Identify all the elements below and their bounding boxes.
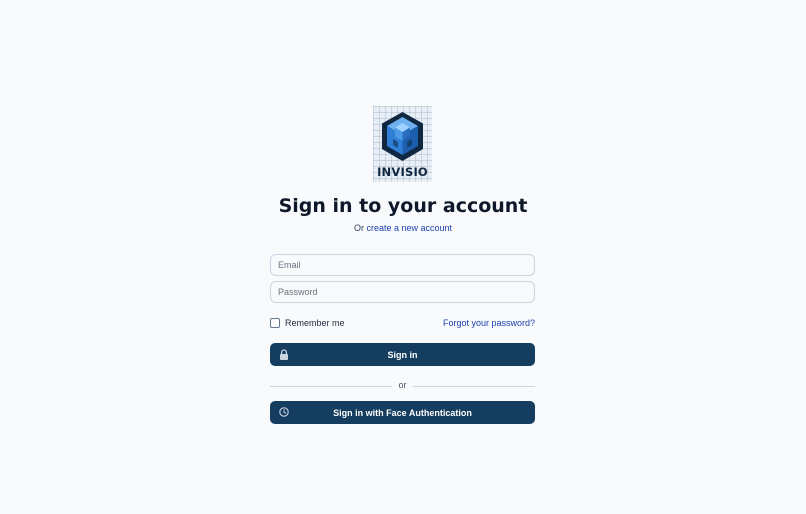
face-auth-button[interactable]: Sign in with Face Authentication (270, 401, 535, 424)
hexagon-cube-logo-icon (382, 112, 423, 161)
divider-text: or (398, 380, 407, 390)
email-field[interactable] (270, 254, 535, 276)
brand-name: INVISIO (377, 165, 428, 179)
forgot-password-link[interactable]: Forgot your password? (443, 318, 535, 328)
sign-in-label: Sign in (387, 349, 418, 360)
divider-line-right (413, 386, 535, 387)
lock-icon (280, 349, 288, 360)
subtitle-prefix: Or (353, 223, 364, 233)
remember-me-label: Remember me (285, 318, 345, 328)
face-scan-icon (279, 407, 289, 417)
subtitle: Or create a new account (0, 223, 806, 233)
remember-me-checkbox[interactable] (270, 318, 280, 328)
page-title: Sign in to your account (278, 195, 528, 217)
or-divider: or (270, 380, 535, 392)
face-auth-label: Sign in with Face Authentication (333, 407, 472, 418)
create-account-link[interactable]: create a new account (366, 223, 452, 233)
remember-me[interactable]: Remember me (270, 317, 345, 329)
signin-page: INVISIO Sign in to your account Or creat… (0, 0, 806, 514)
invisio-logo: INVISIO (373, 106, 432, 182)
password-field[interactable] (270, 281, 535, 303)
sign-in-button[interactable]: Sign in (270, 343, 535, 366)
